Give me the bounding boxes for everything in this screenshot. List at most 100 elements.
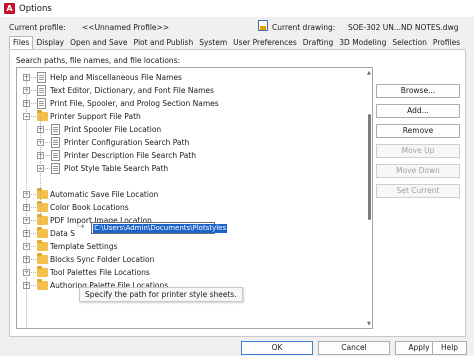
folder-icon [37,279,48,290]
document-icon [37,72,46,83]
tab-system[interactable]: System [196,37,230,49]
tree-row-label: Tool Palettes File Locations [50,268,150,277]
tree-connector [31,194,36,195]
document-icon [37,98,46,109]
tree-row[interactable]: + Tool Palettes File Locations [17,266,362,279]
tab-plot-and-publish[interactable]: Plot and Publish [130,37,196,49]
tree-row[interactable]: + Printer Configuration Search Path [17,136,362,149]
path-edit-field[interactable]: C:\Users\Admin\Documents\Plotstyles [91,222,228,234]
folder-icon [37,227,48,238]
tab-selection[interactable]: Selection [389,37,430,49]
document-icon [37,85,46,96]
tree-branch-arrow-icon: ⇢ [77,222,85,232]
ok-button[interactable]: OK [241,341,313,355]
tree-connector [31,220,36,221]
path-tooltip: Specify the path for printer style sheet… [79,287,243,302]
folder-icon [37,253,48,264]
tree-connector [45,129,50,130]
autocad-a-icon: A [4,3,15,14]
document-icon [51,137,60,148]
tree-scrollbar[interactable]: ▲ ▼ [366,69,372,328]
scrollbar-thumb[interactable] [368,114,371,220]
add-button[interactable]: Add... [376,104,460,118]
tree-row-label: Blocks Sync Folder Location [50,255,155,264]
document-icon [51,150,60,161]
tree-row[interactable]: − Plot Style Table Search Path [17,162,362,175]
current-drawing-label: Current drawing: [272,23,336,32]
move-down-button[interactable]: Move Down [376,164,460,178]
folder-icon [37,214,48,225]
tree-connector [31,285,36,286]
tree-connector [31,90,36,91]
title-bar: A Options [0,0,474,17]
drawing-file-icon [258,20,268,31]
tab-open-and-save[interactable]: Open and Save [67,37,130,49]
folder-icon [37,201,48,212]
file-locations-tree[interactable]: + Help and Miscellaneous File Names + Text … [16,67,373,329]
tree-row-label: Plot Style Table Search Path [64,164,169,173]
tree-connector [31,207,36,208]
tree-row[interactable]: + Printer Description File Search Path [17,149,362,162]
tree-row[interactable]: + Automatic Save File Location [17,188,362,201]
folder-icon [37,266,48,277]
tree-connector [31,103,36,104]
folder-icon [37,188,48,199]
document-icon [51,163,60,174]
tree-row[interactable]: + Help and Miscellaneous File Names [17,71,362,84]
profile-row: Current profile: <<Unnamed Profile>> Cur… [0,17,474,36]
tree-row-label: Print File, Spooler, and Prolog Section … [50,99,219,108]
options-dialog: Current profile: <<Unnamed Profile>> Cur… [0,17,474,356]
tree-connector [45,155,50,156]
tree-connector [31,116,36,117]
tree-row[interactable]: − Printer Support File Path [17,110,362,123]
folder-icon [37,240,48,251]
tab-3d-modeling[interactable]: 3D Modeling [336,37,389,49]
tab-display[interactable]: Display [33,37,67,49]
tree-row[interactable]: + Blocks Sync Folder Location [17,253,362,266]
tree-row[interactable]: + Template Settings [17,240,362,253]
folder-icon [37,110,48,121]
files-panel: Search paths, file names, and file locat… [9,49,466,337]
tree-row[interactable]: + Print Spooler File Location [17,123,362,136]
tree-row-label: Printer Configuration Search Path [64,138,190,147]
scroll-up-icon[interactable]: ▲ [367,70,371,76]
tree-row-label: Printer Description File Search Path [64,151,196,160]
path-edit-selected-text[interactable]: C:\Users\Admin\Documents\Plotstyles [93,224,228,233]
tab-drafting[interactable]: Drafting [300,37,337,49]
tree-connector [45,142,50,143]
tree-guide-line [40,117,41,222]
tree-row-label: Help and Miscellaneous File Names [50,73,182,82]
tree-row-label: Template Settings [50,242,118,251]
tree-row[interactable]: + Color Book Locations [17,201,362,214]
tab-files[interactable]: Files [9,36,34,49]
tab-strip: Files Display Open and Save Plot and Pub… [9,36,463,49]
scroll-down-icon[interactable]: ▼ [367,321,371,327]
current-drawing-value: SOE-302 UN...ND NOTES.dwg [348,23,459,32]
tree-row-label: Color Book Locations [50,203,129,212]
tree-connector [45,168,50,169]
tree-connector [31,272,36,273]
cancel-button[interactable]: Cancel [318,341,390,355]
help-button[interactable]: Help [432,341,467,355]
current-profile-label: Current profile: [9,23,66,32]
browse-button[interactable]: Browse... [376,84,460,98]
tree-row-label: Print Spooler File Location [64,125,162,134]
tree-connector [31,246,36,247]
tree-row-label: Text Editor, Dictionary, and Font File N… [50,86,214,95]
tree-row[interactable]: + Text Editor, Dictionary, and Font File … [17,84,362,97]
tree-row-label: Data S [50,229,76,238]
move-up-button[interactable]: Move Up [376,144,460,158]
tree-row[interactable]: + Print File, Spooler, and Prolog Section… [17,97,362,110]
document-icon [51,124,60,135]
tree-row-label: Automatic Save File Location [50,190,159,199]
set-current-button[interactable]: Set Current [376,184,460,198]
remove-button[interactable]: Remove [376,124,460,138]
tab-profiles[interactable]: Profiles [430,37,463,49]
tab-user-preferences[interactable]: User Preferences [230,37,300,49]
tree-connector [31,259,36,260]
tree-connector [31,77,36,78]
panel-caption: Search paths, file names, and file locat… [16,56,181,65]
tree-connector [31,233,36,234]
tree-guide-line [26,78,27,328]
current-profile-value: <<Unnamed Profile>> [82,23,170,32]
